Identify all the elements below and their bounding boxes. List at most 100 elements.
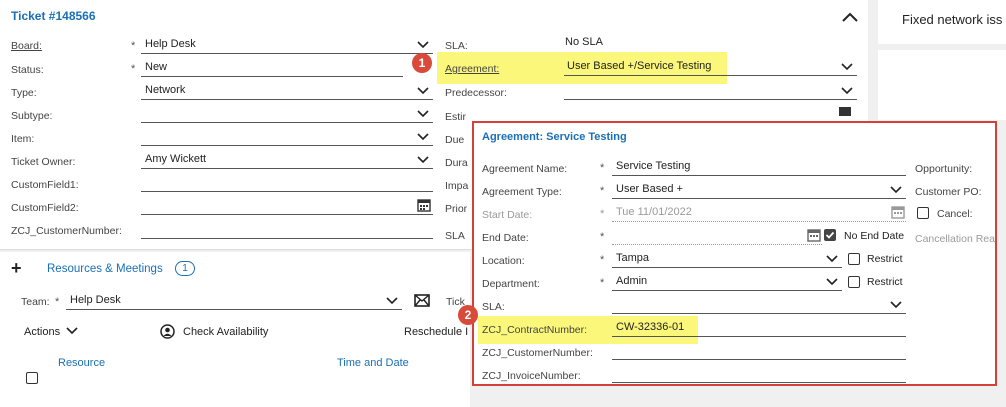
- customfield2-input[interactable]: [141, 197, 433, 215]
- cancel-checkbox[interactable]: [917, 207, 929, 219]
- cancel-label: Cancel:: [937, 208, 973, 220]
- item-select[interactable]: [141, 128, 433, 146]
- required-mark: *: [55, 296, 60, 308]
- priority-label: Prior: [445, 203, 468, 215]
- zcj-customer-number-label: ZCJ_CustomerNumber:: [11, 225, 122, 237]
- collapse-chevron-up-icon[interactable]: [842, 12, 858, 25]
- required-mark: *: [131, 63, 136, 75]
- board-select[interactable]: Help Desk: [141, 36, 433, 54]
- column-header-resource[interactable]: Resource: [58, 357, 105, 369]
- ticket-owner-select[interactable]: Amy Wickett: [141, 151, 433, 169]
- required-mark: *: [131, 40, 136, 52]
- zcj-invoice-number-input[interactable]: [612, 365, 906, 383]
- zcj-contract-number-input[interactable]: CW-32336-01: [612, 319, 906, 337]
- chevron-down-icon: [386, 296, 398, 308]
- select-all-checkbox[interactable]: [26, 372, 38, 384]
- resources-title[interactable]: Resources & Meetings: [47, 263, 163, 275]
- chevron-down-icon: [417, 40, 429, 52]
- zcj-contract-number-label: ZCJ_ContractNumber:: [482, 324, 588, 336]
- location-select[interactable]: Tampa: [612, 250, 842, 268]
- zcj-customer-number-input[interactable]: [141, 221, 433, 239]
- ticket-owner-label: Ticket Owner:: [11, 156, 76, 168]
- start-date-input: Tue 11/01/2022: [612, 204, 906, 222]
- email-icon[interactable]: [414, 294, 430, 310]
- status-value: New: [145, 61, 168, 73]
- agreement-label[interactable]: Agreement:: [445, 63, 499, 75]
- agreement-value: User Based +/Service Testing: [567, 60, 712, 72]
- step-badge-2: 2: [458, 305, 478, 325]
- popup-sla-label: SLA:: [482, 301, 505, 313]
- end-date-input[interactable]: [612, 227, 822, 245]
- step-badge-1: 1: [412, 53, 432, 73]
- calendar-icon: [891, 205, 905, 222]
- agreement-select[interactable]: User Based +/Service Testing: [564, 58, 857, 76]
- item-label: Item:: [11, 133, 35, 145]
- sla-label-2: SLA: [445, 230, 465, 242]
- team-label: Team:: [21, 296, 50, 308]
- required-mark: *: [600, 162, 605, 174]
- restrict-location-label: Restrict: [867, 253, 903, 265]
- chevron-down-icon: [417, 132, 429, 144]
- due-label: Due: [445, 134, 465, 146]
- agreement-name-label: Agreement Name:: [482, 163, 568, 175]
- resources-panel: + Resources & Meetings 1 Team: * Help De…: [0, 252, 470, 407]
- popup-zcj-customer-number-input[interactable]: [612, 342, 906, 360]
- predecessor-select[interactable]: [564, 82, 857, 100]
- summary-text: Fixed network iss: [902, 12, 1003, 27]
- popup-sla-select[interactable]: [612, 296, 906, 314]
- required-mark: *: [600, 231, 605, 243]
- reschedule-button[interactable]: Reschedule I: [404, 326, 468, 338]
- chevron-down-icon: [890, 300, 902, 312]
- zcj-contract-number-value: CW-32336-01: [616, 321, 685, 333]
- duration-label: Dura: [445, 157, 468, 169]
- start-date-label: Start Date:: [482, 209, 533, 221]
- opportunity-label: Opportunity:: [915, 163, 973, 175]
- summary-panel: Fixed network iss: [878, 0, 1006, 44]
- restrict-location-checkbox[interactable]: [848, 253, 860, 265]
- team-select[interactable]: Help Desk: [66, 292, 402, 310]
- check-availability-icon[interactable]: [160, 324, 175, 342]
- subtype-select[interactable]: [141, 105, 433, 123]
- calendar-icon[interactable]: [417, 198, 431, 215]
- no-end-date-checkbox[interactable]: [824, 229, 836, 241]
- customfield1-label: CustomField1:: [11, 179, 79, 191]
- calendar-icon[interactable]: [807, 228, 821, 245]
- customfield1-input[interactable]: [141, 174, 433, 192]
- sla-value: No SLA: [565, 36, 603, 48]
- chevron-down-icon: [841, 86, 853, 98]
- agreement-name-value: Service Testing: [616, 160, 691, 172]
- no-end-date-label: No End Date: [844, 230, 905, 242]
- status-select[interactable]: New: [141, 59, 403, 77]
- restrict-department-label: Restrict: [867, 276, 903, 288]
- type-value: Network: [145, 84, 186, 96]
- status-label: Status:: [11, 64, 44, 76]
- agreement-type-label: Agreement Type:: [482, 186, 562, 198]
- column-header-time-date[interactable]: Time and Date: [337, 357, 409, 369]
- calendar-icon[interactable]: [838, 106, 852, 119]
- actions-label: Actions: [24, 326, 61, 338]
- actions-button[interactable]: Actions: [24, 326, 78, 338]
- resources-count-badge: 1: [175, 261, 195, 276]
- agreement-type-value: User Based +: [616, 183, 683, 195]
- restrict-department-checkbox[interactable]: [848, 276, 860, 288]
- agreement-popup: Agreement: Service Testing Agreement Nam…: [472, 121, 997, 386]
- customfield2-label: CustomField2:: [11, 202, 79, 214]
- agreement-name-input[interactable]: Service Testing: [612, 158, 906, 176]
- customer-po-label: Customer PO:: [915, 186, 982, 198]
- sla-label: SLA:: [445, 40, 468, 52]
- check-availability-button[interactable]: Check Availability: [183, 326, 268, 338]
- agreement-type-select[interactable]: User Based +: [612, 181, 906, 199]
- required-mark: *: [600, 185, 605, 197]
- department-select[interactable]: Admin: [612, 273, 842, 291]
- subtype-label: Subtype:: [11, 110, 53, 122]
- right-blank-panel: [878, 50, 1006, 120]
- ticket-owner-value: Amy Wickett: [145, 153, 207, 165]
- required-mark: *: [600, 208, 605, 220]
- chevron-down-icon: [890, 185, 902, 197]
- predecessor-label: Predecessor:: [445, 87, 507, 99]
- ticket-title: Ticket #148566: [11, 9, 96, 23]
- type-select[interactable]: Network: [141, 82, 433, 100]
- department-value: Admin: [616, 275, 648, 287]
- chevron-down-icon: [826, 254, 838, 266]
- add-resource-plus-icon[interactable]: +: [11, 258, 22, 279]
